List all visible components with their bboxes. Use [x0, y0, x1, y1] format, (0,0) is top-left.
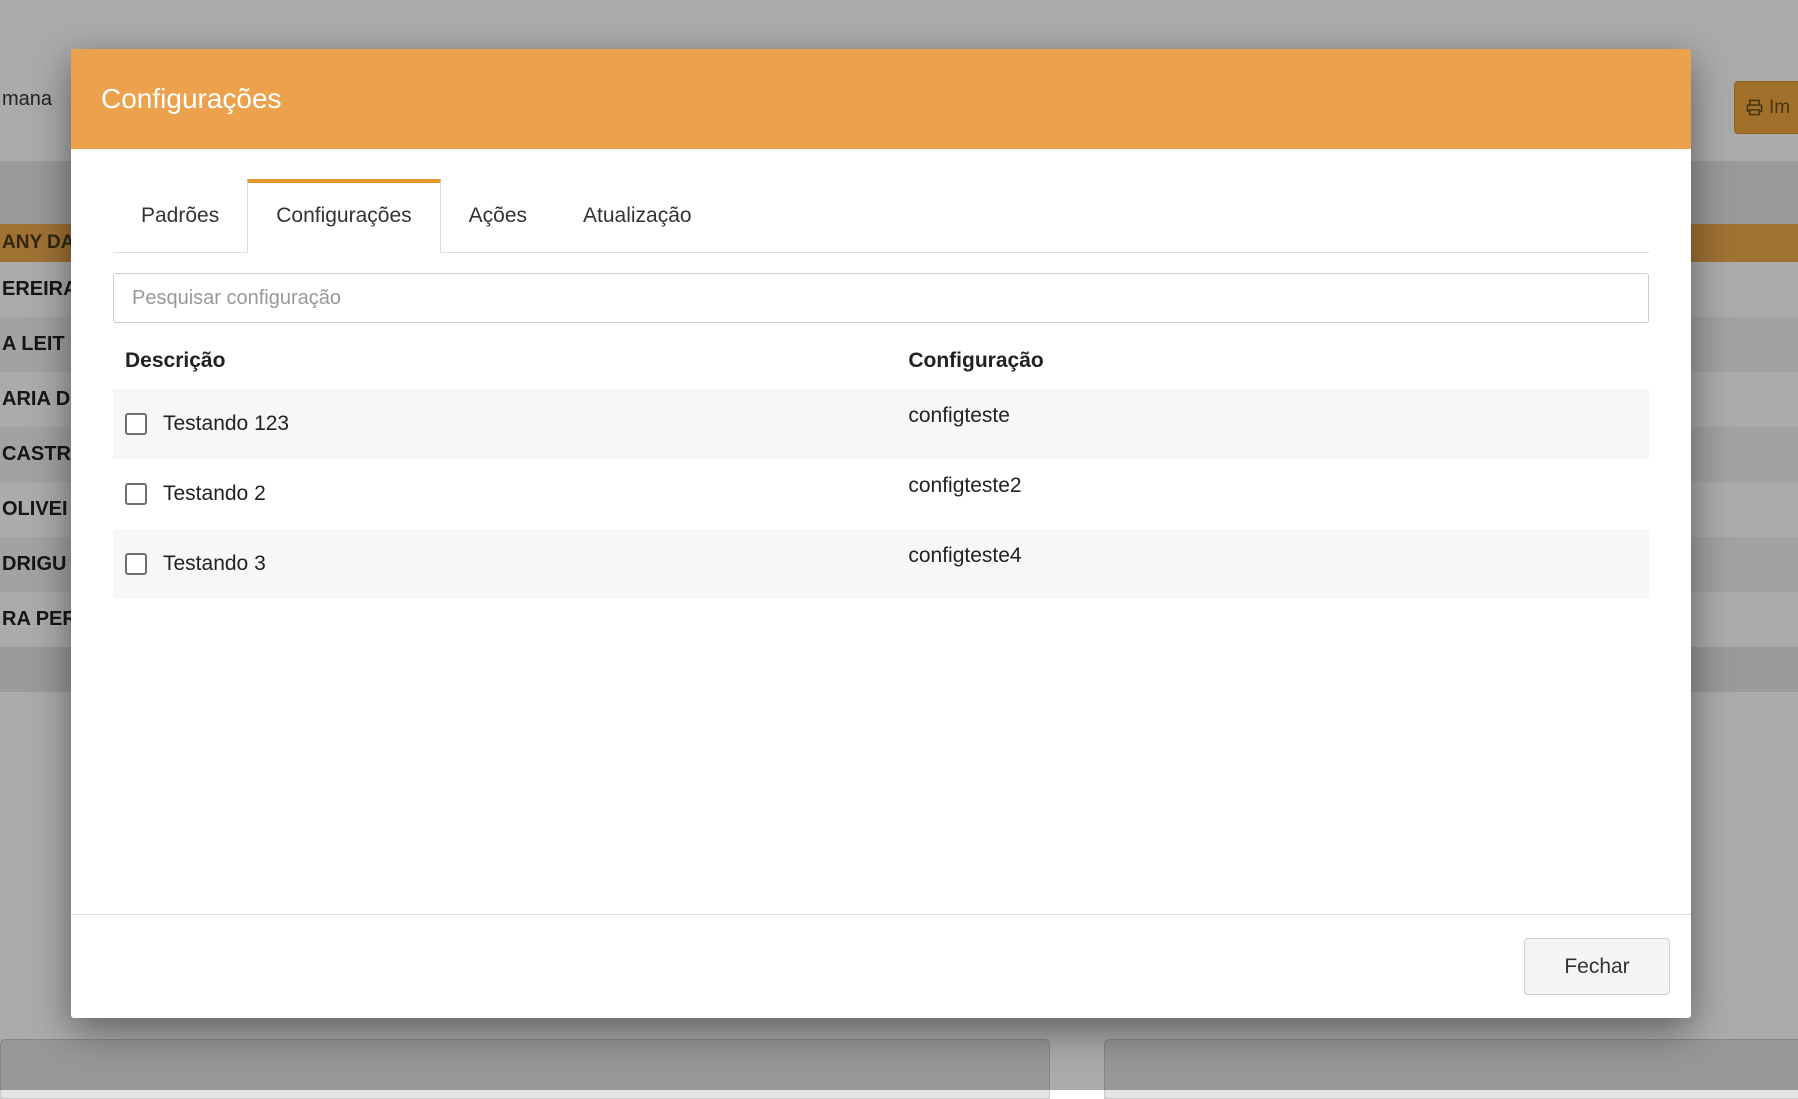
row-configuration: configteste4 [896, 529, 1649, 568]
row-configuration: configteste [896, 389, 1649, 428]
modal-title: Configurações [101, 83, 282, 115]
table-row: Testando 123 configteste [113, 389, 1649, 459]
modal-footer: Fechar [71, 914, 1691, 1018]
row-checkbox[interactable] [125, 553, 147, 575]
row-description: Testando 3 [163, 552, 266, 576]
search-input[interactable] [113, 273, 1649, 323]
row-checkbox[interactable] [125, 413, 147, 435]
table-row: Testando 2 configteste2 [113, 459, 1649, 529]
settings-modal: Configurações Padrões Configurações Açõe… [71, 49, 1691, 1018]
column-header-description: Descrição [113, 349, 896, 373]
modal-body: Padrões Configurações Ações Atualização … [71, 179, 1691, 599]
row-checkbox[interactable] [125, 483, 147, 505]
tab-acoes[interactable]: Ações [441, 180, 555, 252]
modal-header: Configurações [71, 49, 1691, 149]
table-header-row: Descrição Configuração [113, 323, 1649, 389]
table-row: Testando 3 configteste4 [113, 529, 1649, 599]
tab-configuracoes[interactable]: Configurações [247, 179, 440, 253]
row-description: Testando 2 [163, 482, 266, 506]
tab-bar: Padrões Configurações Ações Atualização [113, 179, 1649, 253]
tab-padroes[interactable]: Padrões [113, 180, 247, 252]
settings-table: Testando 123 configteste Testando 2 conf… [113, 389, 1649, 599]
close-button[interactable]: Fechar [1524, 938, 1670, 995]
column-header-configuration: Configuração [896, 349, 1649, 373]
row-description: Testando 123 [163, 412, 289, 436]
tab-atualizacao[interactable]: Atualização [555, 180, 720, 252]
row-configuration: configteste2 [896, 459, 1649, 498]
